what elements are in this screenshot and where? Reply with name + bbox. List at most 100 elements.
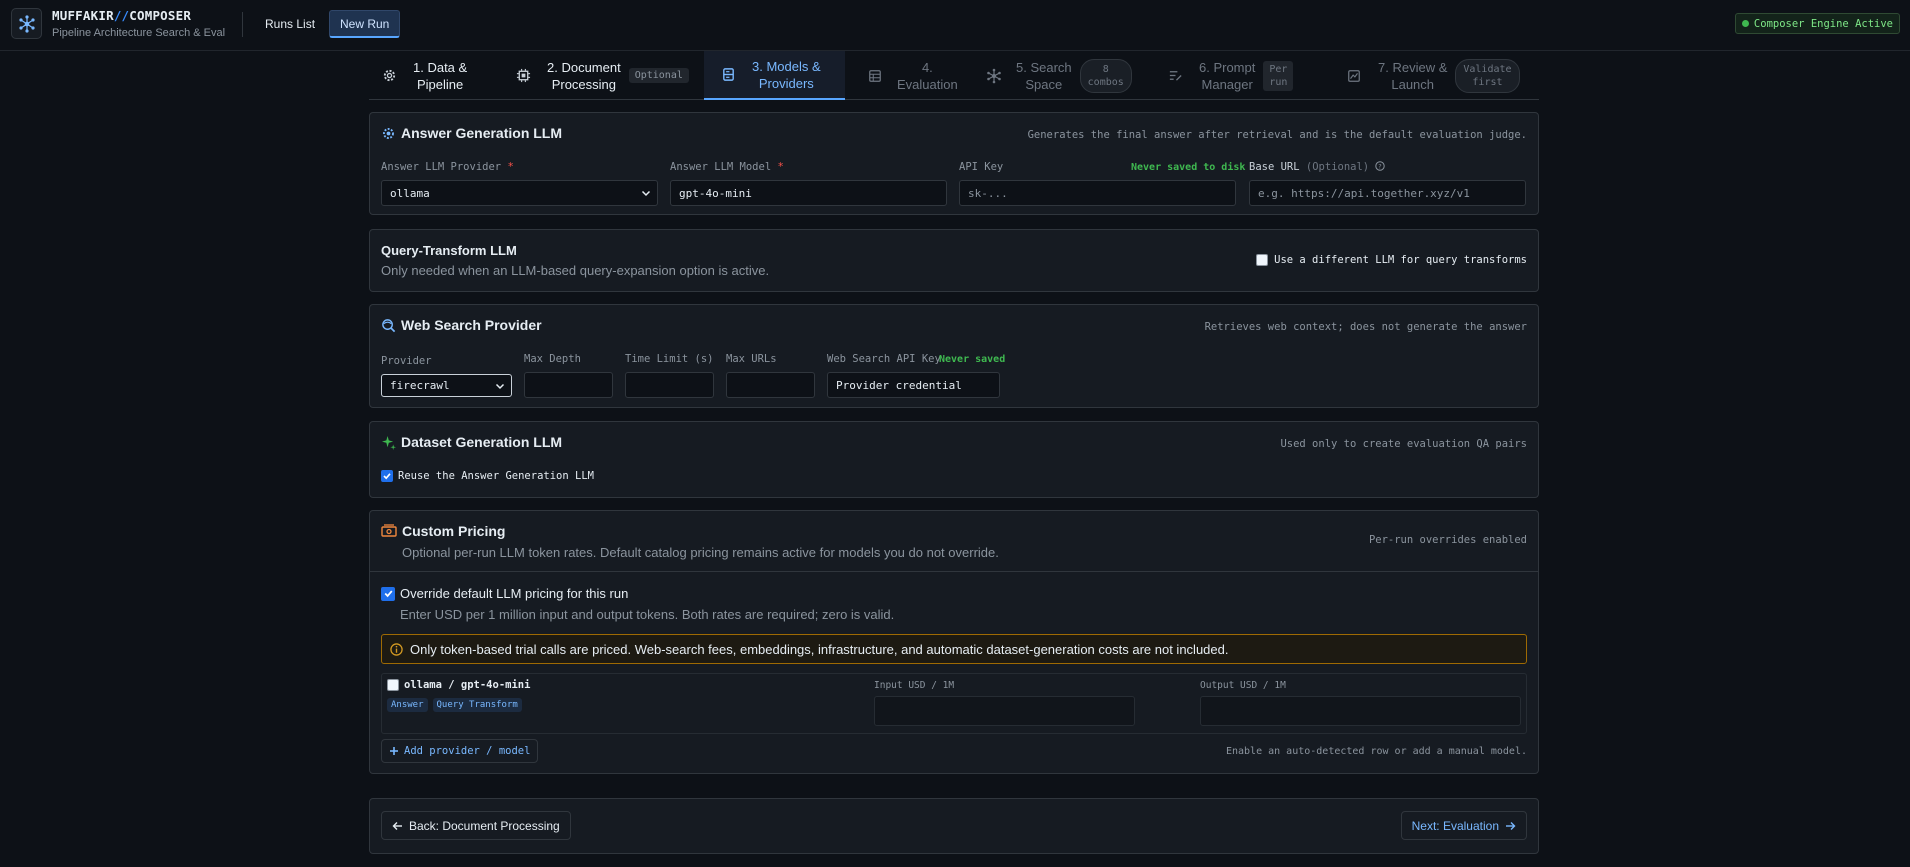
next-button[interactable]: Next: Evaluation [1400, 811, 1527, 840]
button-label: Back: Document Processing [409, 818, 560, 833]
tab-data-pipeline[interactable]: 1. Data & Pipeline [381, 51, 467, 100]
tab-label: 6. Prompt Manager [1199, 59, 1256, 92]
custom-pricing-card: Custom Pricing Optional per-run LLM toke… [369, 510, 1539, 774]
answer-model-input[interactable]: gpt-4o-mini [670, 180, 947, 206]
input-price-label: Input USD / 1M [874, 680, 955, 691]
money-icon [381, 524, 397, 537]
optional-badge: Optional [628, 68, 689, 83]
warning-banner: Only token-based trial calls are priced.… [381, 634, 1527, 664]
tab-label: 2. Document Processing [547, 59, 621, 92]
tab-prompt-manager[interactable]: 6. Prompt Manager Per run [1167, 51, 1294, 100]
engine-status-badge: Composer Engine Active [1734, 13, 1900, 34]
checkbox[interactable] [381, 470, 393, 482]
model-label: Answer LLM Model * [670, 161, 784, 173]
table-icon [867, 68, 883, 84]
card-title: Web Search Provider [381, 317, 542, 333]
card-note: Generates the final answer after retriev… [1027, 129, 1527, 141]
output-price-input[interactable] [1200, 696, 1521, 726]
per-run-badge: Per run [1263, 60, 1294, 91]
combos-badge: 8 combos [1079, 58, 1132, 93]
max-urls-input[interactable] [726, 372, 815, 398]
app-logo[interactable] [11, 8, 42, 39]
different-llm-toggle[interactable]: Use a different LLM for query transforms [1256, 254, 1527, 266]
engine-status-text: Composer Engine Active [1753, 17, 1893, 30]
provider-label: Provider [381, 355, 432, 367]
output-price-label: Output USD / 1M [1200, 680, 1286, 691]
input-price-input[interactable] [874, 696, 1135, 726]
time-limit-input[interactable] [625, 372, 714, 398]
svg-text:?: ? [1379, 163, 1382, 171]
checkbox-label: Use a different LLM for query transforms [1274, 254, 1527, 266]
provider-label: Answer LLM Provider * [381, 161, 514, 173]
chart-icon [1346, 68, 1362, 84]
back-button[interactable]: Back: Document Processing [381, 811, 571, 840]
edit-icon [1167, 68, 1183, 84]
web-api-key-input[interactable]: Provider credential [827, 372, 1000, 398]
card-note: Per-run overrides enabled [1368, 534, 1527, 546]
arrow-right-icon [1506, 821, 1516, 830]
info-icon [390, 642, 403, 656]
step-tabs: 1. Data & Pipeline 2. Document Processing … [369, 51, 1539, 100]
query-transform-card: Query-Transform LLM Only needed when an … [369, 229, 1539, 292]
nav-runs-list[interactable]: Runs List [255, 10, 325, 38]
validate-first-badge: Validate first [1455, 58, 1520, 93]
tab-label: 1. Data & Pipeline [413, 59, 468, 92]
base-url-label: Base URL (Optional) ? [1249, 161, 1386, 173]
card-title: Answer Generation LLM [381, 125, 562, 141]
model-name: ollama / gpt-4o-mini [404, 679, 531, 691]
chevron-down-icon [495, 383, 505, 389]
tab-models-providers[interactable]: 3. Models & Providers [704, 51, 845, 100]
check-icon [383, 473, 391, 480]
tab-document-processing[interactable]: 2. Document Processing Optional [515, 51, 689, 100]
tab-search-space[interactable]: 5. Search Space 8 combos [986, 51, 1132, 100]
tab-label: 3. Models & Providers [752, 58, 821, 91]
override-pricing-toggle[interactable]: Override default LLM pricing for this ru… [381, 586, 628, 601]
status-dot-icon [1741, 20, 1749, 27]
card-title: Query-Transform LLM [381, 243, 517, 258]
help-icon[interactable]: ? [1375, 161, 1386, 171]
tag-query-transform: Query Transform [432, 698, 522, 712]
wizard-footer: Back: Document Processing Next: Evaluati… [369, 798, 1539, 854]
checkbox-label: Override default LLM pricing for this ru… [400, 586, 629, 601]
answer-provider-select[interactable]: ollama [381, 180, 658, 206]
api-key-label: API Key [959, 161, 1004, 173]
web-search-card: Web Search Provider Retrieves web contex… [369, 304, 1539, 408]
arrow-left-icon [392, 821, 402, 830]
web-provider-select[interactable]: firecrawl [381, 374, 512, 397]
api-key-input[interactable]: sk-... [959, 180, 1236, 206]
pricing-row: ollama / gpt-4o-mini Answer Query Transf… [381, 673, 1527, 734]
brand-subtitle: Pipeline Architecture Search & Eval [52, 27, 226, 39]
chevron-down-icon [641, 190, 651, 197]
tab-evaluation[interactable]: 4. Evaluation [867, 51, 958, 100]
max-depth-input[interactable] [524, 372, 613, 398]
add-provider-model-button[interactable]: Add provider / model [381, 739, 539, 763]
globe-search-icon [382, 318, 396, 332]
tab-label: 7. Review & Launch [1378, 59, 1448, 92]
server-icon [720, 67, 736, 83]
checkbox[interactable] [1256, 254, 1269, 266]
network-icon [986, 68, 1002, 84]
nav-new-run[interactable]: New Run [329, 10, 401, 38]
never-saved-note: Never saved to disk [1131, 162, 1246, 173]
brand-title: MUFFAKIR//COMPOSER [52, 8, 192, 23]
plus-icon [390, 747, 398, 755]
time-limit-label: Time Limit (s) [625, 353, 714, 365]
check-icon [384, 590, 392, 598]
dataset-llm-card: Dataset Generation LLM Used only to crea… [369, 421, 1539, 498]
checkbox-label: Reuse the Answer Generation LLM [398, 470, 594, 482]
web-api-key-label: Web Search API Key [827, 353, 941, 365]
card-description: Only needed when an LLM-based query-expa… [381, 263, 770, 278]
tab-label: 4. Evaluation [897, 59, 958, 92]
tab-review-launch[interactable]: 7. Review & Launch Validate first [1346, 51, 1520, 100]
checkbox[interactable] [381, 586, 395, 601]
divider [370, 571, 1538, 572]
max-urls-label: Max URLs [726, 353, 777, 365]
warning-text: Only token-based trial calls are priced.… [410, 641, 1229, 657]
base-url-input[interactable]: e.g. https://api.together.xyz/v1 [1249, 180, 1526, 206]
pricing-row-toggle[interactable]: ollama / gpt-4o-mini [387, 679, 530, 691]
document-icon [515, 68, 531, 84]
override-help: Enter USD per 1 million input and output… [400, 607, 895, 622]
checkbox[interactable] [387, 679, 399, 691]
sparkle-gear-icon [383, 127, 394, 139]
reuse-answer-llm-toggle[interactable]: Reuse the Answer Generation LLM [381, 470, 594, 482]
